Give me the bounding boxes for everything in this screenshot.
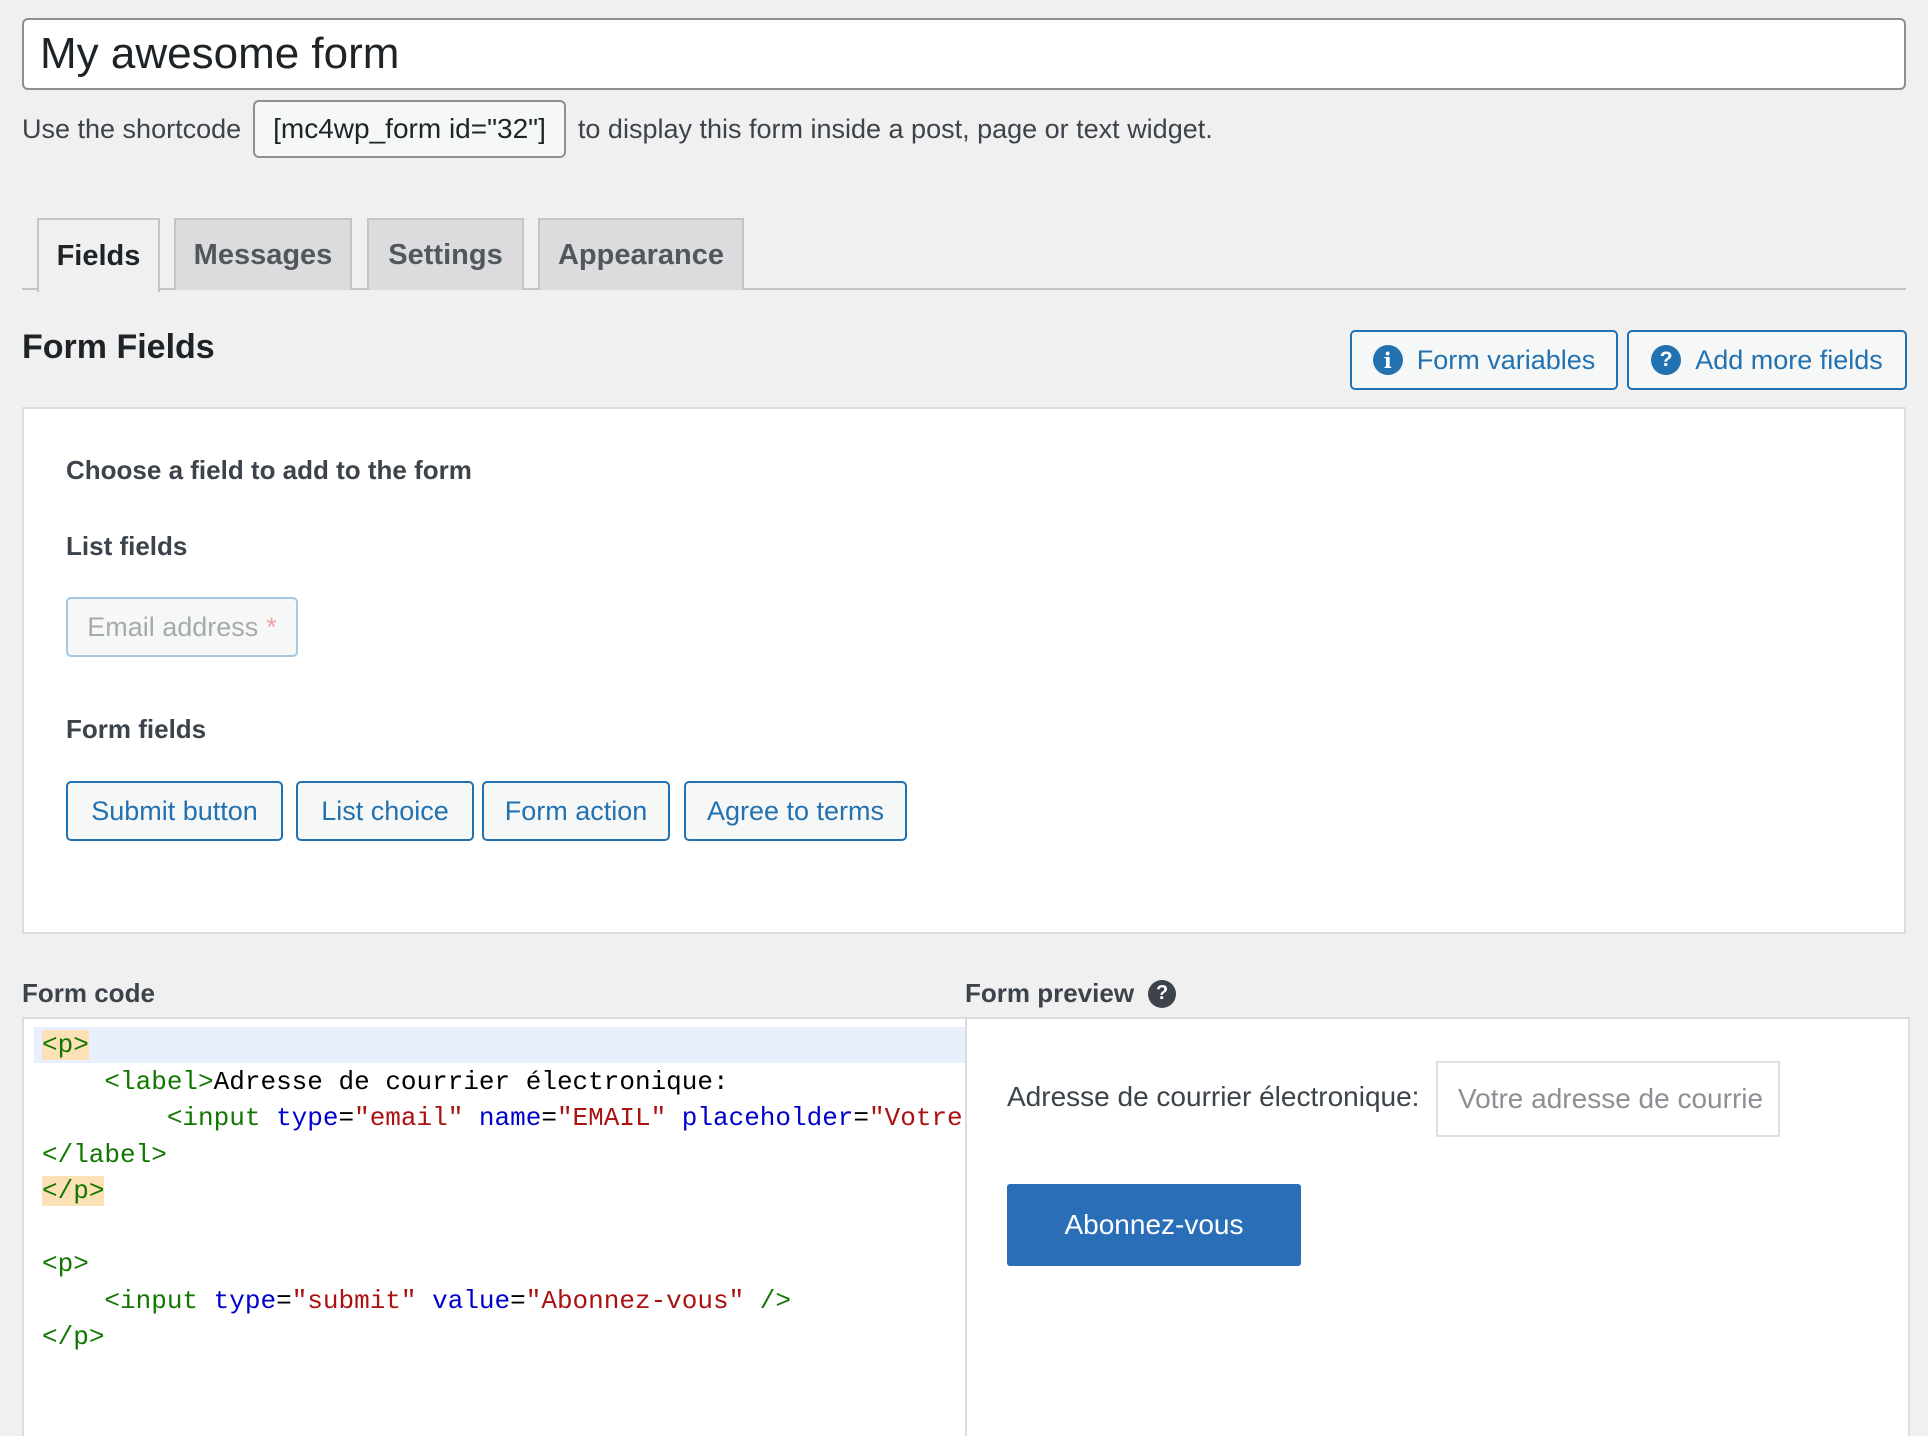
code-line: <p> [42,1030,89,1060]
form-code-editor[interactable]: <p> <label>Adresse de courrier électroni… [22,1017,965,1436]
code-line: </p> [42,1322,105,1352]
add-more-fields-button[interactable]: ? Add more fields [1627,330,1907,390]
form-action-field-button[interactable]: Form action [482,781,670,841]
required-marker: * [266,611,277,642]
form-preview-title: Form preview [965,978,1135,1008]
form-variables-label: Form variables [1416,344,1596,375]
email-address-label: Email address [87,611,259,642]
code-line: <input type="submit" value="Abonnez-vous… [104,1285,792,1316]
tab-settings[interactable]: Settings [367,218,524,290]
code-line: <p> [42,1249,89,1279]
shortcode-row: Use the shortcode [mc4wp_form id="32"] t… [22,100,1213,158]
shortcode-prefix: Use the shortcode [22,113,242,144]
form-fields-heading: Form fields [66,714,207,744]
tab-fields[interactable]: Fields [37,218,160,292]
form-preview-label: Form preview ? [965,978,1177,1009]
form-preview-pane: Adresse de courrier électronique: Votre … [965,1017,1910,1436]
list-choice-field-button[interactable]: List choice [296,781,474,841]
tab-messages[interactable]: Messages [174,218,352,290]
email-address-field-button[interactable]: Email address * [66,597,298,657]
preview-email-label: Adresse de courrier électronique: [1007,1081,1420,1112]
info-icon: i [1372,345,1403,375]
shortcode-field[interactable]: [mc4wp_form id="32"] [253,100,566,158]
preview-submit-button[interactable]: Abonnez-vous [1007,1184,1301,1266]
code-line: </p> [42,1176,105,1206]
add-more-fields-label: Add more fields [1695,344,1883,375]
code-line: <label>Adresse de courrier électronique: [104,1066,729,1097]
active-line-highlight [34,1027,965,1063]
preview-email-input[interactable]: Votre adresse de courrie [1436,1061,1780,1137]
form-title-input[interactable] [22,18,1906,90]
form-code-label: Form code [22,978,155,1008]
form-variables-button[interactable]: i Form variables [1350,330,1618,390]
shortcode-suffix: to display this form inside a post, page… [577,113,1213,144]
help-icon[interactable]: ? [1148,979,1177,1008]
help-icon: ? [1651,345,1682,375]
page-title: Form Fields [22,328,215,366]
submit-button-field-button[interactable]: Submit button [66,781,283,841]
field-chooser-panel: Choose a field to add to the form List f… [22,407,1906,934]
panel-heading: Choose a field to add to the form [66,455,472,485]
code-line: <input type="email" name="EMAIL" placeho… [166,1103,963,1133]
agree-to-terms-field-button[interactable]: Agree to terms [684,781,907,841]
code-line: </label> [42,1139,167,1170]
tab-bar: Fields Messages Settings Appearance [22,218,1906,292]
list-fields-heading: List fields [66,531,188,561]
tab-appearance[interactable]: Appearance [538,218,744,290]
